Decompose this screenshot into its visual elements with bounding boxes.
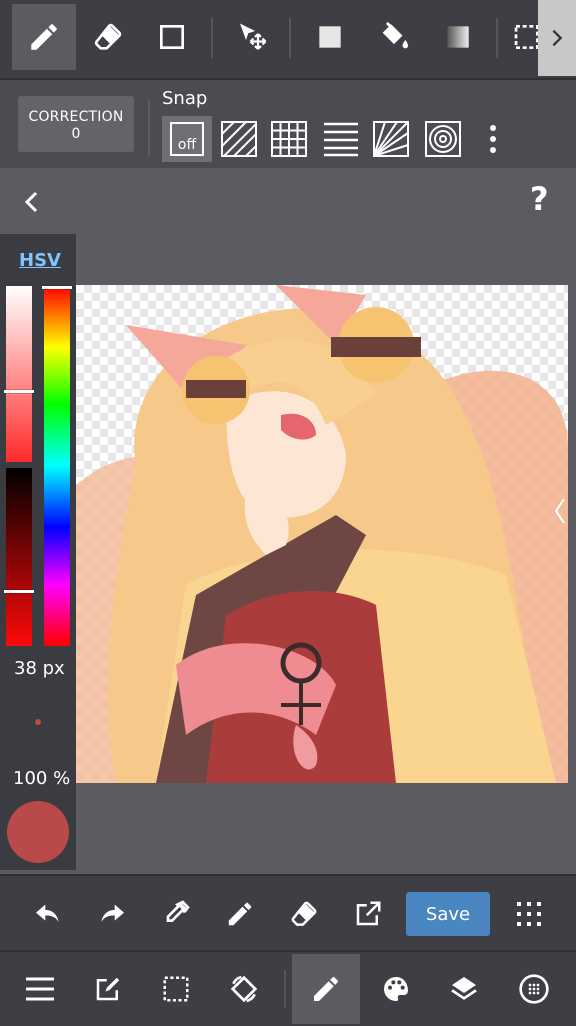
correction-button[interactable]: CORRECTION 0 — [18, 96, 134, 152]
snap-horizontal-button[interactable] — [318, 116, 364, 162]
menu-icon — [26, 977, 54, 1001]
brush-size-value[interactable]: 38 px — [14, 658, 65, 679]
quick-eraser-button[interactable] — [278, 892, 330, 936]
expand-toolbar-button[interactable] — [538, 0, 576, 76]
current-color-swatch[interactable] — [7, 801, 69, 863]
redo-button[interactable] — [86, 892, 138, 936]
artwork-image — [76, 285, 568, 783]
saturation-slider[interactable] — [4, 286, 34, 462]
pen-mode-button[interactable] — [292, 954, 360, 1024]
value-thumb[interactable] — [4, 590, 34, 593]
pencil-icon — [228, 902, 252, 926]
material-icon — [519, 974, 549, 1004]
export-button[interactable] — [342, 892, 394, 936]
select-icon — [163, 976, 189, 1002]
radial-lines-icon — [373, 121, 409, 157]
main-nav-bar — [0, 950, 576, 1026]
grid-icon — [271, 121, 307, 157]
snap-off-box: off — [170, 122, 204, 156]
menu-button[interactable] — [12, 962, 68, 1016]
back-button[interactable] — [12, 184, 52, 220]
square-outline-icon — [160, 25, 184, 49]
parallel-lines-icon — [221, 121, 257, 157]
concentric-circles-icon — [425, 121, 461, 157]
redo-icon — [101, 904, 124, 922]
move-arrow-icon — [240, 23, 267, 50]
snap-bar: CORRECTION 0 Snap off — [0, 78, 576, 168]
gradient-tool-button[interactable] — [426, 4, 490, 70]
edit-button[interactable] — [80, 962, 136, 1016]
gradient-icon — [447, 26, 469, 48]
chevron-left-icon — [24, 191, 38, 213]
toolbar-divider — [211, 18, 213, 58]
top-toolbar — [0, 0, 576, 78]
hue-slider[interactable] — [42, 286, 72, 646]
eyedropper-button[interactable] — [150, 892, 202, 936]
horizontal-lines-icon — [324, 122, 358, 157]
snap-off-label: off — [177, 137, 197, 153]
nav-divider — [284, 970, 286, 1008]
opacity-value[interactable]: 100 % — [13, 768, 70, 789]
undo-icon — [36, 904, 59, 922]
correction-value: 0 — [71, 126, 81, 142]
export-icon — [356, 901, 381, 926]
layers-button[interactable] — [436, 962, 492, 1016]
saturation-thumb[interactable] — [4, 390, 34, 393]
filled-square-icon — [319, 26, 341, 48]
quick-pen-button[interactable] — [214, 892, 266, 936]
snap-more-button[interactable] — [478, 116, 508, 162]
brush-size-preview — [35, 719, 41, 725]
color-panel: HSV 38 px 100 % — [0, 234, 76, 870]
toolbar-divider — [289, 18, 291, 58]
chevron-right-icon — [552, 29, 563, 47]
hue-thumb[interactable] — [42, 286, 72, 289]
action-toolbar: Save — [0, 874, 576, 952]
eraser-icon — [94, 23, 122, 50]
snap-parallel-button[interactable] — [216, 116, 262, 162]
fill-rect-tool-button[interactable] — [298, 4, 362, 70]
snap-grid-button[interactable] — [266, 116, 312, 162]
save-label: Save — [425, 903, 471, 925]
dots-grid-icon — [517, 902, 541, 926]
move-tool-button[interactable] — [220, 4, 284, 70]
snap-divider — [148, 100, 150, 156]
rotate-icon — [230, 975, 258, 1003]
chevron-left-icon — [554, 498, 565, 524]
snap-label: Snap — [162, 88, 208, 109]
more-vertical-icon — [490, 125, 496, 153]
canvas-edge-handle[interactable] — [552, 496, 572, 536]
eyedropper-icon — [166, 900, 190, 922]
material-button[interactable] — [506, 962, 562, 1016]
palette-button[interactable] — [368, 962, 424, 1016]
bucket-tool-button[interactable] — [362, 4, 426, 70]
help-button[interactable]: ? — [530, 180, 549, 218]
eraser-icon — [291, 901, 317, 926]
edit-icon — [96, 977, 120, 1001]
paint-bucket-icon — [382, 21, 409, 49]
selection-button[interactable] — [148, 962, 204, 1016]
snap-off-button[interactable]: off — [162, 116, 212, 162]
value-slider[interactable] — [4, 468, 34, 646]
more-grid-button[interactable] — [504, 892, 554, 936]
undo-button[interactable] — [22, 892, 74, 936]
rotate-button[interactable] — [216, 962, 272, 1016]
eraser-tool-button[interactable] — [76, 4, 140, 70]
color-mode-link[interactable]: HSV — [19, 250, 61, 271]
shape-tool-button[interactable] — [140, 4, 204, 70]
pen-tool-button[interactable] — [12, 4, 76, 70]
layers-icon — [451, 977, 477, 1000]
palette-icon — [384, 977, 408, 1001]
canvas[interactable] — [76, 285, 568, 783]
toolbar-divider — [496, 18, 498, 58]
pencil-icon — [314, 976, 338, 1001]
pencil-icon — [31, 24, 57, 50]
snap-concentric-button[interactable] — [420, 116, 466, 162]
save-button[interactable]: Save — [406, 892, 490, 936]
correction-label: CORRECTION — [28, 109, 124, 125]
snap-radial-button[interactable] — [368, 116, 414, 162]
